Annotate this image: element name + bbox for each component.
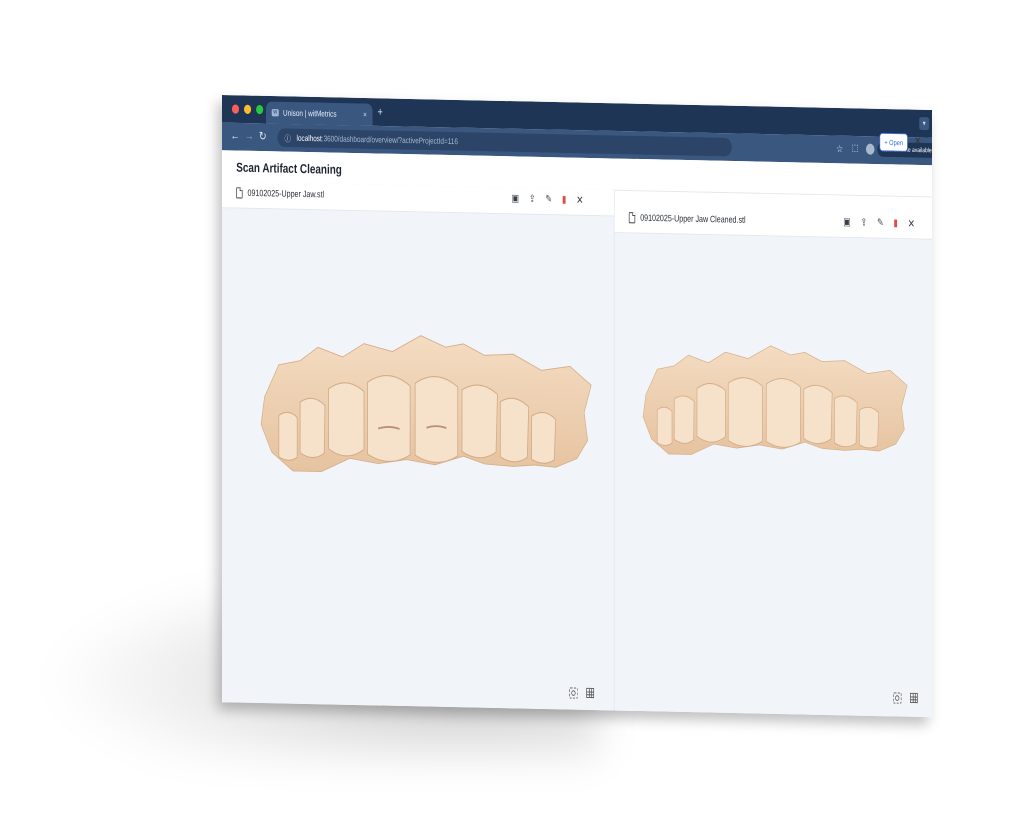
url-path: :3600/dashboard/overview/?activeProjectI…: [321, 133, 458, 146]
back-arrow-icon[interactable]: ←: [231, 128, 240, 142]
edit-pencil-icon[interactable]: ✎: [877, 216, 884, 229]
delete-trash-icon[interactable]: ▮: [894, 217, 898, 230]
minimize-window-button[interactable]: [244, 104, 252, 115]
screenshot-stage: W Unison | witMetrics × + ▾ ← → ↻ ⓘ loca…: [0, 0, 1026, 815]
delete-trash-icon[interactable]: ▮: [562, 193, 566, 206]
forward-arrow-icon[interactable]: →: [245, 129, 254, 143]
browser-window: W Unison | witMetrics × + ▾ ← → ↻ ⓘ loca…: [222, 95, 932, 718]
extensions-icon[interactable]: ⬚: [852, 143, 859, 153]
close-view-icon[interactable]: ✕: [914, 134, 921, 147]
tab-search-icon[interactable]: ▾: [919, 117, 930, 131]
open-button[interactable]: + Open: [879, 132, 909, 152]
comments-icon[interactable]: ▣: [512, 192, 519, 205]
tab-title: Unison | witMetrics: [283, 108, 337, 119]
right-panel-actions: ▣ ⇪ ✎ ▮ ✕: [843, 216, 915, 230]
left-panel-actions: ▣ ⇪ ✎ ▮ ✕: [512, 192, 584, 206]
share-icon[interactable]: ⇪: [861, 216, 868, 229]
reload-icon[interactable]: ↻: [259, 129, 267, 143]
focus-target-icon[interactable]: [893, 692, 902, 703]
right-viewer-panel: 09102025-Upper Jaw Cleaned.stl ▣ ⇪ ✎ ▮ ✕: [614, 206, 932, 718]
upper-jaw-model: [260, 335, 592, 473]
grid-icon[interactable]: [909, 692, 918, 704]
share-icon[interactable]: ⇪: [529, 193, 536, 206]
right-file-name: 09102025-Upper Jaw Cleaned.stl: [640, 213, 746, 226]
scene: W Unison | witMetrics × + ▾ ← → ↻ ⓘ loca…: [0, 0, 1026, 815]
new-tab-button[interactable]: +: [377, 105, 382, 119]
browser-tab[interactable]: W Unison | witMetrics ×: [266, 101, 373, 126]
left-3d-viewport[interactable]: [222, 207, 614, 710]
site-info-icon[interactable]: ⓘ: [284, 132, 290, 144]
bookmark-star-icon[interactable]: ☆: [836, 143, 843, 155]
edit-pencil-icon[interactable]: ✎: [545, 193, 552, 206]
file-icon: [628, 212, 636, 224]
maximize-window-button[interactable]: [256, 104, 264, 115]
right-3d-viewport[interactable]: [615, 232, 932, 717]
upper-jaw-cleaned-model: [642, 345, 908, 455]
right-viewport-tools: [893, 692, 918, 704]
window-controls: [231, 104, 264, 115]
left-viewport-tools: [569, 687, 595, 699]
comments-icon[interactable]: ▣: [843, 216, 850, 229]
open-button-label: Open: [889, 138, 904, 147]
close-panel-icon[interactable]: ✕: [908, 217, 915, 230]
left-file-name: 09102025-Upper Jaw.stl: [247, 188, 325, 201]
grid-icon[interactable]: [586, 687, 595, 699]
page-title: Scan Artifact Cleaning: [236, 159, 342, 177]
left-viewer-panel: 09102025-Upper Jaw.stl ▣ ⇪ ✎ ▮ ✕: [222, 181, 615, 711]
file-icon: [236, 187, 243, 199]
focus-target-icon[interactable]: [569, 687, 578, 698]
url-host: localhost: [296, 133, 322, 144]
tab-close-icon[interactable]: ×: [363, 110, 367, 119]
favicon-icon: W: [271, 108, 279, 117]
close-panel-icon[interactable]: ✕: [576, 194, 583, 207]
close-window-button[interactable]: [231, 104, 240, 114]
profile-avatar[interactable]: [865, 143, 875, 155]
plus-icon: +: [884, 137, 888, 147]
